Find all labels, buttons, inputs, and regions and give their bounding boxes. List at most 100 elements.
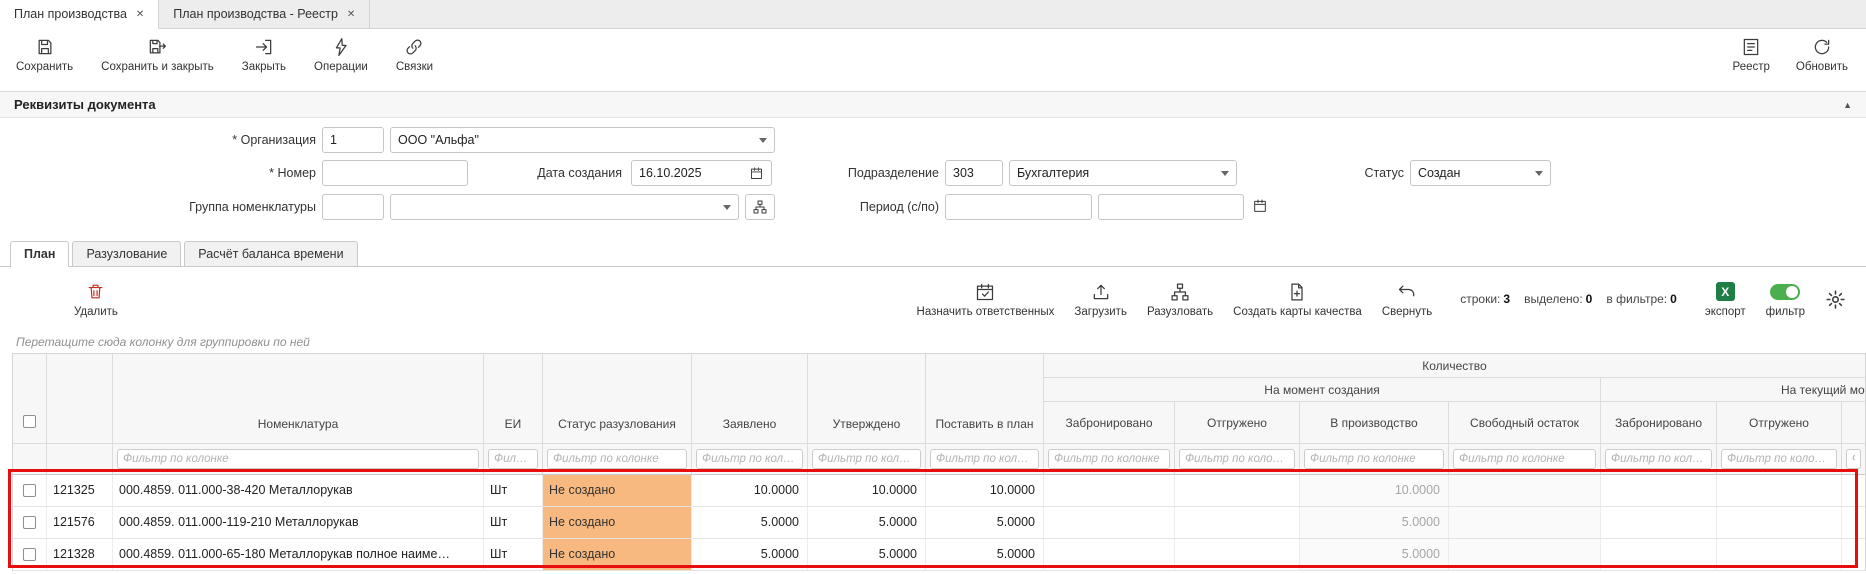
trash-icon [86,281,105,303]
window-tab-registry[interactable]: План производства - Реестр ✕ [159,0,370,28]
period-from-input[interactable] [945,194,1092,220]
filter-input-approved[interactable] [812,449,921,469]
window-tab-label: План производства [14,7,127,21]
save-close-icon [147,36,167,58]
organization-select[interactable]: ООО "Альфа" [390,127,775,153]
load-button[interactable]: Загрузить [1074,281,1127,318]
grid-counters: строки:3 выделено:0 в фильтре:0 [1460,292,1677,306]
column-header-free-balance[interactable]: Свободный остаток [1449,402,1601,444]
filter-count: в фильтре:0 [1606,292,1676,306]
save-and-close-button[interactable]: Сохранить и закрыть [101,36,214,73]
cell-unit: Шт [484,539,543,570]
table-row[interactable]: 121325000.4859. 011.000-38-420 Металлору… [13,475,1865,507]
nomenclature-group-code-input[interactable] [322,194,384,220]
collapse-section-icon[interactable]: ▲ [1843,100,1852,110]
filter-input-in-production[interactable] [1304,449,1444,469]
filter-input-free-balance[interactable] [1453,449,1596,469]
column-header-reserved-creation[interactable]: Забронировано [1044,402,1175,444]
cell-approved: 10.0000 [808,475,926,506]
save-button[interactable]: Сохранить [16,36,73,73]
delete-button[interactable]: Удалить [74,281,118,318]
table-row[interactable]: 121576000.4859. 011.000-119-210 Металлор… [13,507,1865,539]
column-header-shipped-now[interactable]: Отгружено [1717,402,1842,444]
cell-free-balance [1449,507,1601,538]
nomenclature-tree-button[interactable] [745,194,775,220]
excel-icon: X [1716,282,1735,301]
row-checkbox[interactable] [23,548,36,561]
organization-code-input[interactable] [322,127,384,153]
row-checkbox[interactable] [23,484,36,497]
period-to-input[interactable] [1098,194,1244,220]
department-code-input[interactable] [945,160,1003,186]
filter-input-shipped-now[interactable] [1721,449,1837,469]
settings-button[interactable] [1825,289,1846,310]
refresh-button[interactable]: Обновить [1796,36,1848,73]
filter-input-shipped-creation[interactable] [1179,449,1295,469]
period-calendar-button[interactable] [1252,198,1268,214]
document-plus-icon [1287,281,1307,303]
select-all-checkbox[interactable] [23,415,36,428]
assign-responsible-button[interactable]: Назначить ответственных [917,281,1055,318]
chevron-down-icon [723,205,731,210]
select-all-cell [13,354,47,444]
filter-input-reserved-now[interactable] [1605,449,1712,469]
cell-nomenclature: 000.4859. 011.000-38-420 Металлорукав [113,475,484,506]
cell-shipped-now [1717,539,1842,570]
filter-input-declared[interactable] [696,449,803,469]
created-date-input[interactable]: 16.10.2025 [631,160,772,186]
filter-input-reserved-creation[interactable] [1048,449,1170,469]
quality-cards-button[interactable]: Создать карты качества [1233,281,1362,318]
tab-close-icon[interactable]: ✕ [136,9,144,20]
links-button[interactable]: Связки [396,36,433,73]
filter-input-filler[interactable] [1846,449,1861,469]
filter-toggle-button[interactable]: фильтр [1766,281,1805,318]
cell-status: Не создано [543,475,692,506]
toggle-switch [1770,284,1800,300]
column-header-status[interactable]: Статус разузлования [543,354,692,444]
department-select[interactable]: Бухгалтерия [1009,160,1237,186]
column-header-declared[interactable]: Заявлено [692,354,808,444]
table-toolbar: Удалить Назначить ответственных Загрузит… [0,267,1866,331]
cell-reserved-now [1601,507,1717,538]
close-button[interactable]: Закрыть [242,36,286,73]
explode-button[interactable]: Разузловать [1147,281,1213,318]
lightning-icon [331,36,351,58]
operations-button[interactable]: Операции [314,36,368,73]
row-checkbox[interactable] [23,516,36,529]
cell-status: Не создано [543,539,692,570]
column-header-approved[interactable]: Утверждено [808,354,926,444]
tab-plan[interactable]: План [10,241,69,267]
doc-tab-strip: План Разузлование Расчёт баланса времени [0,233,1866,267]
registry-button[interactable]: Реестр [1733,36,1770,73]
column-header-reserved-now[interactable]: Забронировано [1601,402,1717,444]
column-header-in-production[interactable]: В производство [1300,402,1449,444]
nomenclature-group-select[interactable] [390,194,739,220]
tab-close-icon[interactable]: ✕ [347,9,355,20]
number-label: * Номер [116,160,316,186]
tab-razuzlovanie[interactable]: Разузлование [72,241,181,266]
collapse-rows-button[interactable]: Свернуть [1382,281,1432,318]
column-header-shipped-creation[interactable]: Отгружено [1175,402,1300,444]
column-header-unit[interactable]: ЕИ [484,354,543,444]
calendar-icon[interactable] [749,166,764,181]
cell-id: 121325 [47,475,113,506]
number-input[interactable] [322,160,468,186]
filter-input-status[interactable] [547,449,687,469]
filter-input-unit[interactable] [488,449,538,469]
window-tab-plan[interactable]: План производства ✕ [0,0,159,29]
export-button[interactable]: X экспорт [1705,281,1746,318]
filter-input-nomenclature[interactable] [117,449,479,469]
status-select[interactable]: Создан [1410,160,1551,186]
cell-shipped-now [1717,475,1842,506]
created-date-label: Дата создания [470,160,622,186]
tab-balance[interactable]: Расчёт баланса времени [184,241,357,266]
rows-count: строки:3 [1460,292,1510,306]
column-header-id[interactable] [47,354,113,444]
cell-declared: 5.0000 [692,507,808,538]
cell-shipped-creation [1175,475,1300,506]
cell-in-production: 10.0000 [1300,475,1449,506]
filter-input-to-plan[interactable] [930,449,1039,469]
column-header-nomenclature[interactable]: Номенклатура [113,354,484,444]
table-row[interactable]: 121328000.4859. 011.000-65-180 Металлору… [13,539,1865,571]
column-header-to-plan[interactable]: Поставить в план [926,354,1044,444]
